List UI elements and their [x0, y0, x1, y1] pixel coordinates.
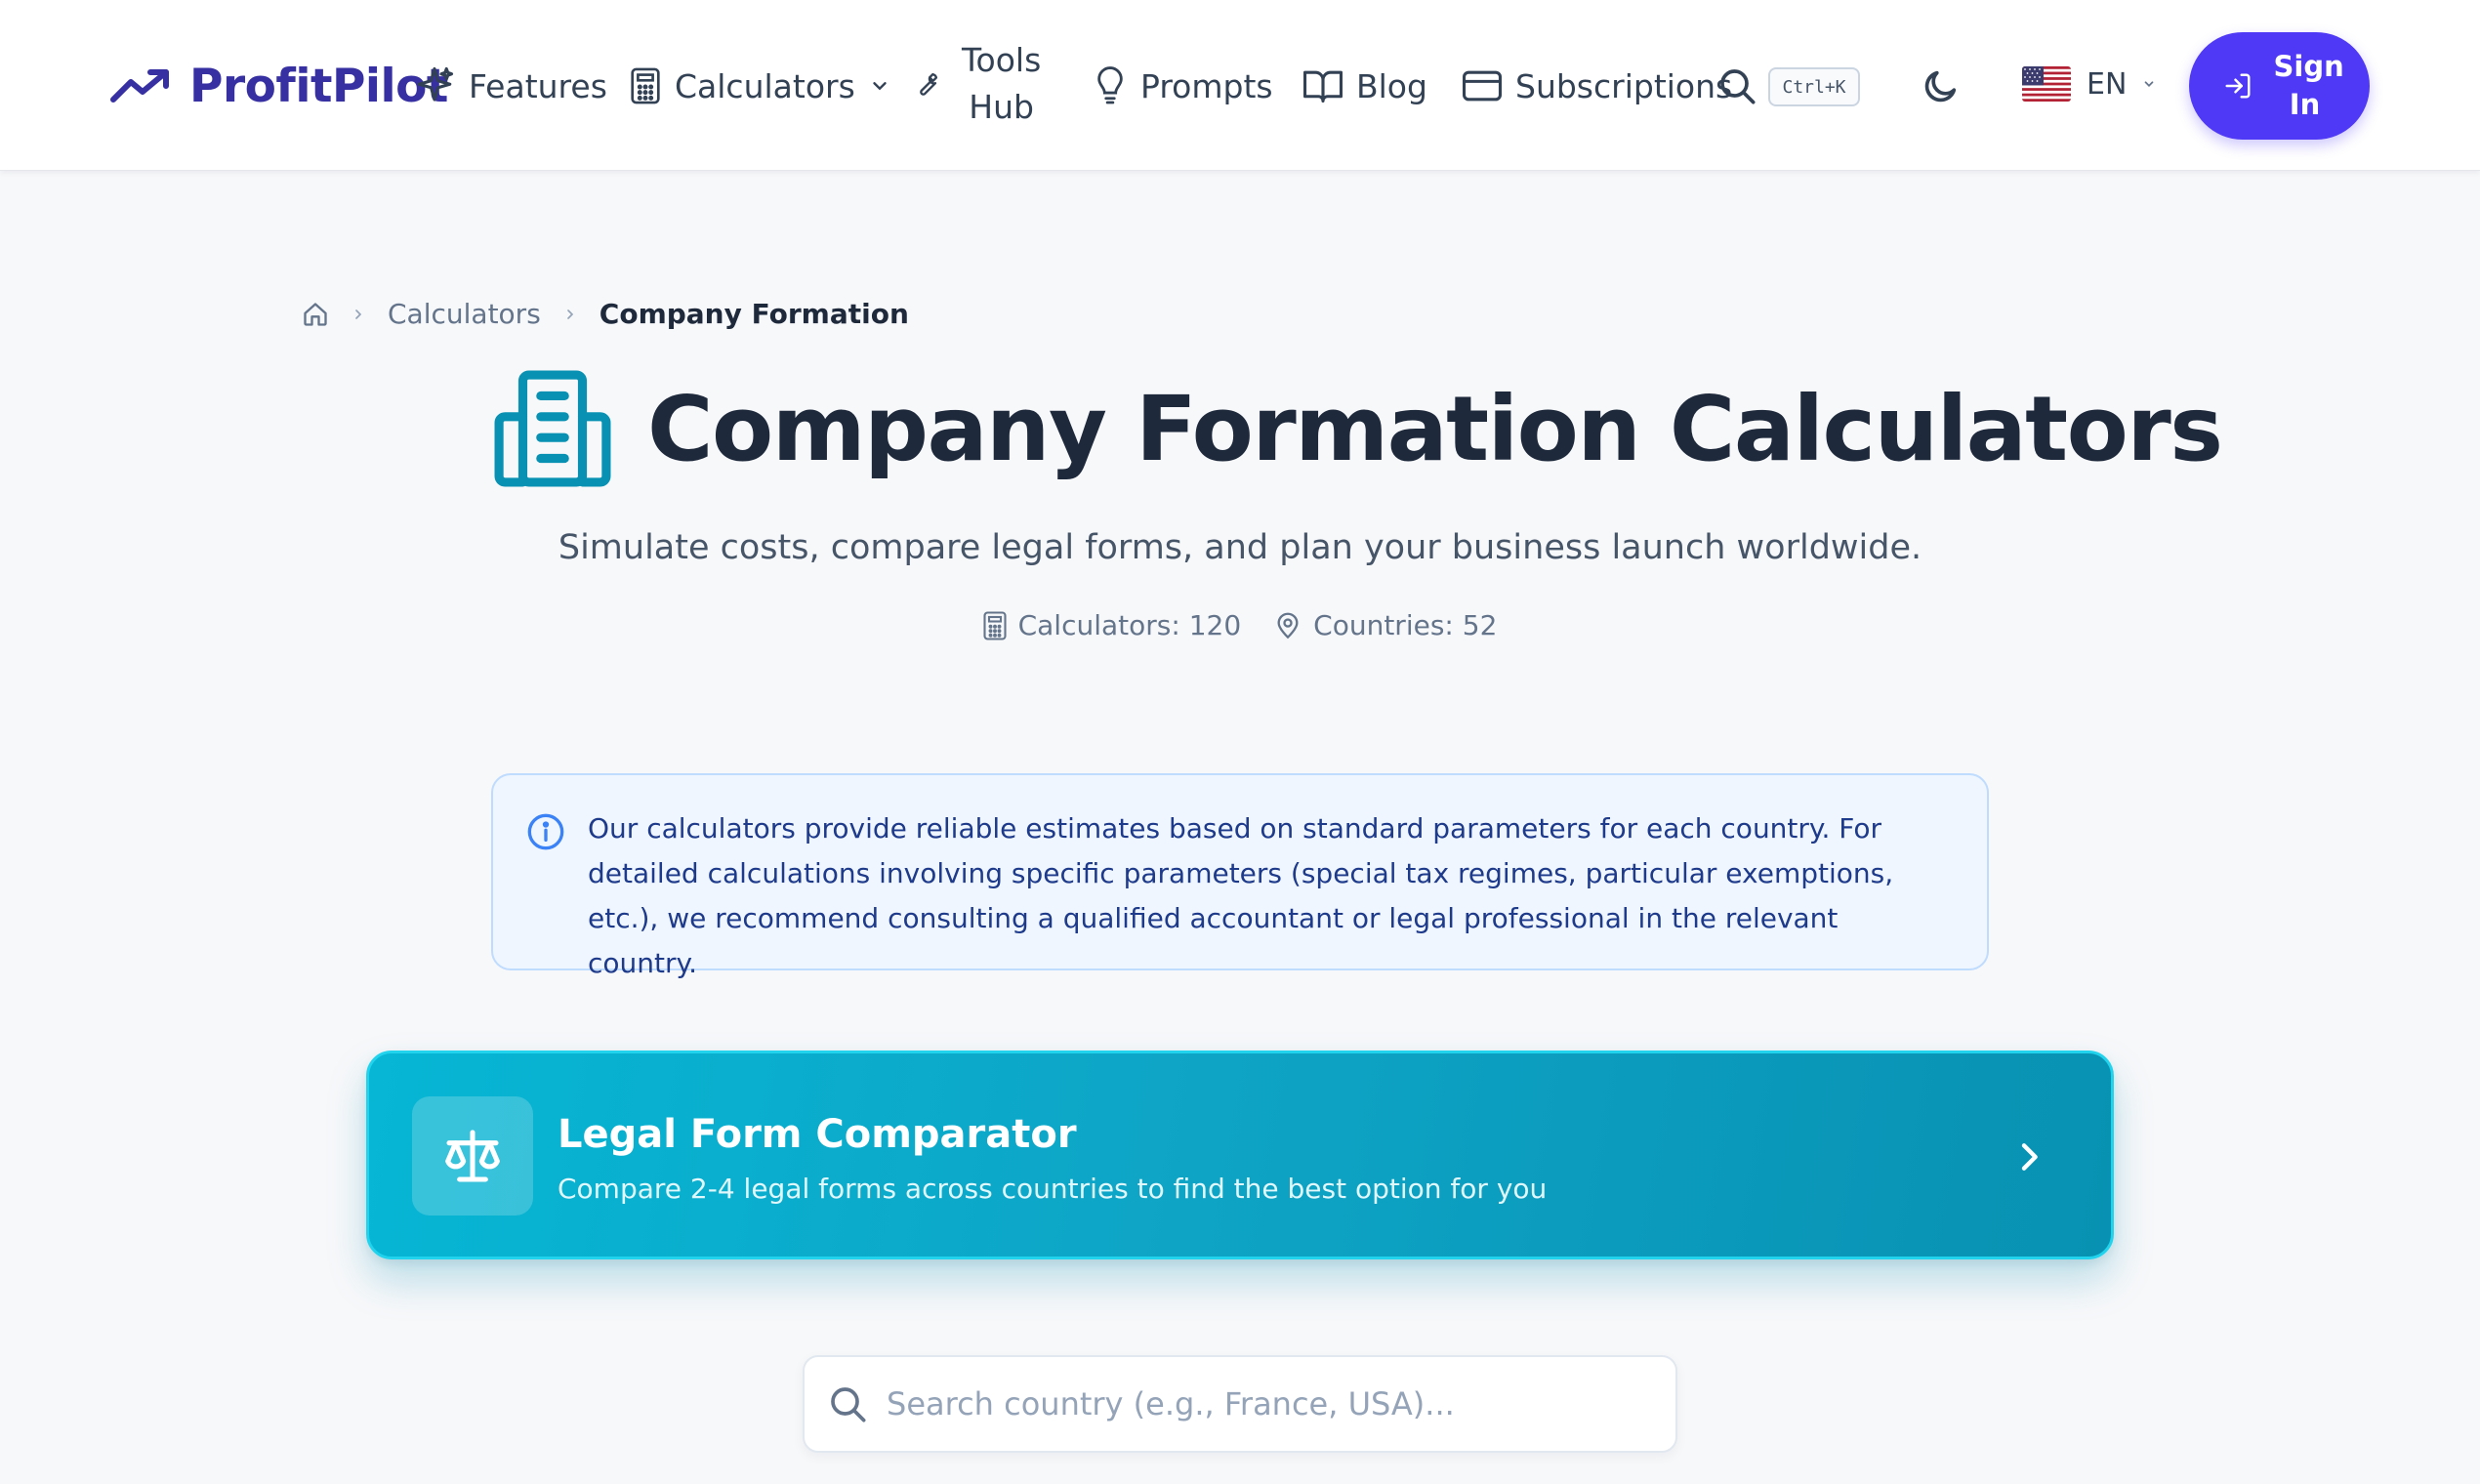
nav-tools-line1: Tools — [962, 41, 1042, 79]
comparator-icon-box — [412, 1096, 533, 1216]
credit-card-icon — [1463, 70, 1502, 102]
page-title: Company Formation Calculators — [647, 376, 2223, 481]
breadcrumb-current: Company Formation — [599, 298, 909, 330]
stat-calculators-label: Calculators: 120 — [1017, 609, 1242, 641]
card-description: Compare 2-4 legal forms across countries… — [558, 1173, 1548, 1205]
search-icon — [1720, 69, 1756, 104]
building-icon — [494, 370, 611, 487]
sign-in-button[interactable]: Sign In — [2189, 32, 2370, 140]
scale-icon — [445, 1130, 500, 1182]
info-notice: Our calculators provide reliable estimat… — [491, 773, 1989, 979]
nav-blog-label: Blog — [1356, 66, 1427, 105]
wrench-icon — [920, 72, 938, 96]
page-header: Company Formation Calculators — [493, 369, 2223, 488]
breadcrumb-calculators[interactable]: Calculators — [388, 298, 541, 330]
chevron-right-icon — [355, 309, 362, 319]
chevron-down-icon — [2145, 81, 2154, 87]
nav-features[interactable]: Features — [414, 57, 607, 115]
stat-calculators: Calculators: 120 — [983, 609, 1242, 641]
nav-calculators-label: Calculators — [675, 66, 855, 105]
search-shortcut-badge: Ctrl+K — [1768, 67, 1860, 106]
trending-up-icon — [110, 69, 169, 103]
card-title: Legal Form Comparator — [558, 1112, 1077, 1157]
chevron-down-icon — [873, 82, 887, 91]
search-icon — [831, 1387, 866, 1422]
stat-countries: Countries: 52 — [1274, 609, 1497, 641]
nav-tools-hub[interactable]: Tools Hub — [913, 37, 1041, 131]
language-selector[interactable]: EN — [2022, 66, 2156, 102]
stat-countries-label: Countries: 52 — [1313, 609, 1498, 641]
top-navbar: ProfitPilot Features Calculators Tools H… — [0, 0, 2480, 171]
lightbulb-icon — [1097, 66, 1123, 104]
nav-prompts[interactable]: Prompts — [1094, 57, 1273, 115]
chevron-right-icon — [2021, 1143, 2038, 1171]
map-pin-icon — [1277, 612, 1299, 639]
nav-subscriptions[interactable]: Subscriptions — [1463, 57, 1732, 115]
brand-logo[interactable]: ProfitPilot — [109, 57, 448, 115]
language-code: EN — [2087, 66, 2128, 102]
calculator-icon — [983, 610, 1007, 640]
info-icon — [527, 813, 564, 850]
nav-calculators[interactable]: Calculators — [630, 57, 890, 115]
nav-tools-line2: Hub — [969, 88, 1034, 126]
nav-subscriptions-label: Subscriptions — [1515, 66, 1733, 105]
calculator-icon — [631, 67, 660, 104]
sign-in-label-line1: Sign — [2273, 50, 2344, 83]
chevron-right-icon — [566, 309, 573, 319]
sparkles-icon — [417, 66, 454, 102]
global-search-button[interactable] — [1717, 66, 1757, 109]
nav-blog[interactable]: Blog — [1303, 57, 1427, 115]
page-stats: Calculators: 120 Countries: 52 — [0, 609, 2480, 641]
country-search-box — [803, 1355, 1677, 1453]
us-flag-icon — [2022, 66, 2071, 102]
moon-icon — [1924, 70, 1957, 103]
page-subtitle: Simulate costs, compare legal forms, and… — [558, 528, 1922, 567]
home-icon[interactable] — [302, 301, 329, 328]
nav-prompts-label: Prompts — [1140, 66, 1273, 105]
brand-name: ProfitPilot — [189, 59, 448, 113]
country-search-input[interactable] — [887, 1385, 1648, 1422]
book-open-icon — [1303, 70, 1343, 103]
info-notice-text: Our calculators provide reliable estimat… — [588, 812, 1894, 979]
sign-in-label-line2: In — [2289, 88, 2321, 121]
breadcrumb: Calculators Company Formation — [302, 298, 909, 330]
log-in-icon — [2225, 73, 2250, 99]
theme-toggle-button[interactable] — [1922, 66, 1961, 109]
legal-form-comparator-card[interactable]: Legal Form Comparator Compare 2-4 legal … — [366, 1051, 2114, 1259]
nav-features-label: Features — [469, 66, 607, 105]
